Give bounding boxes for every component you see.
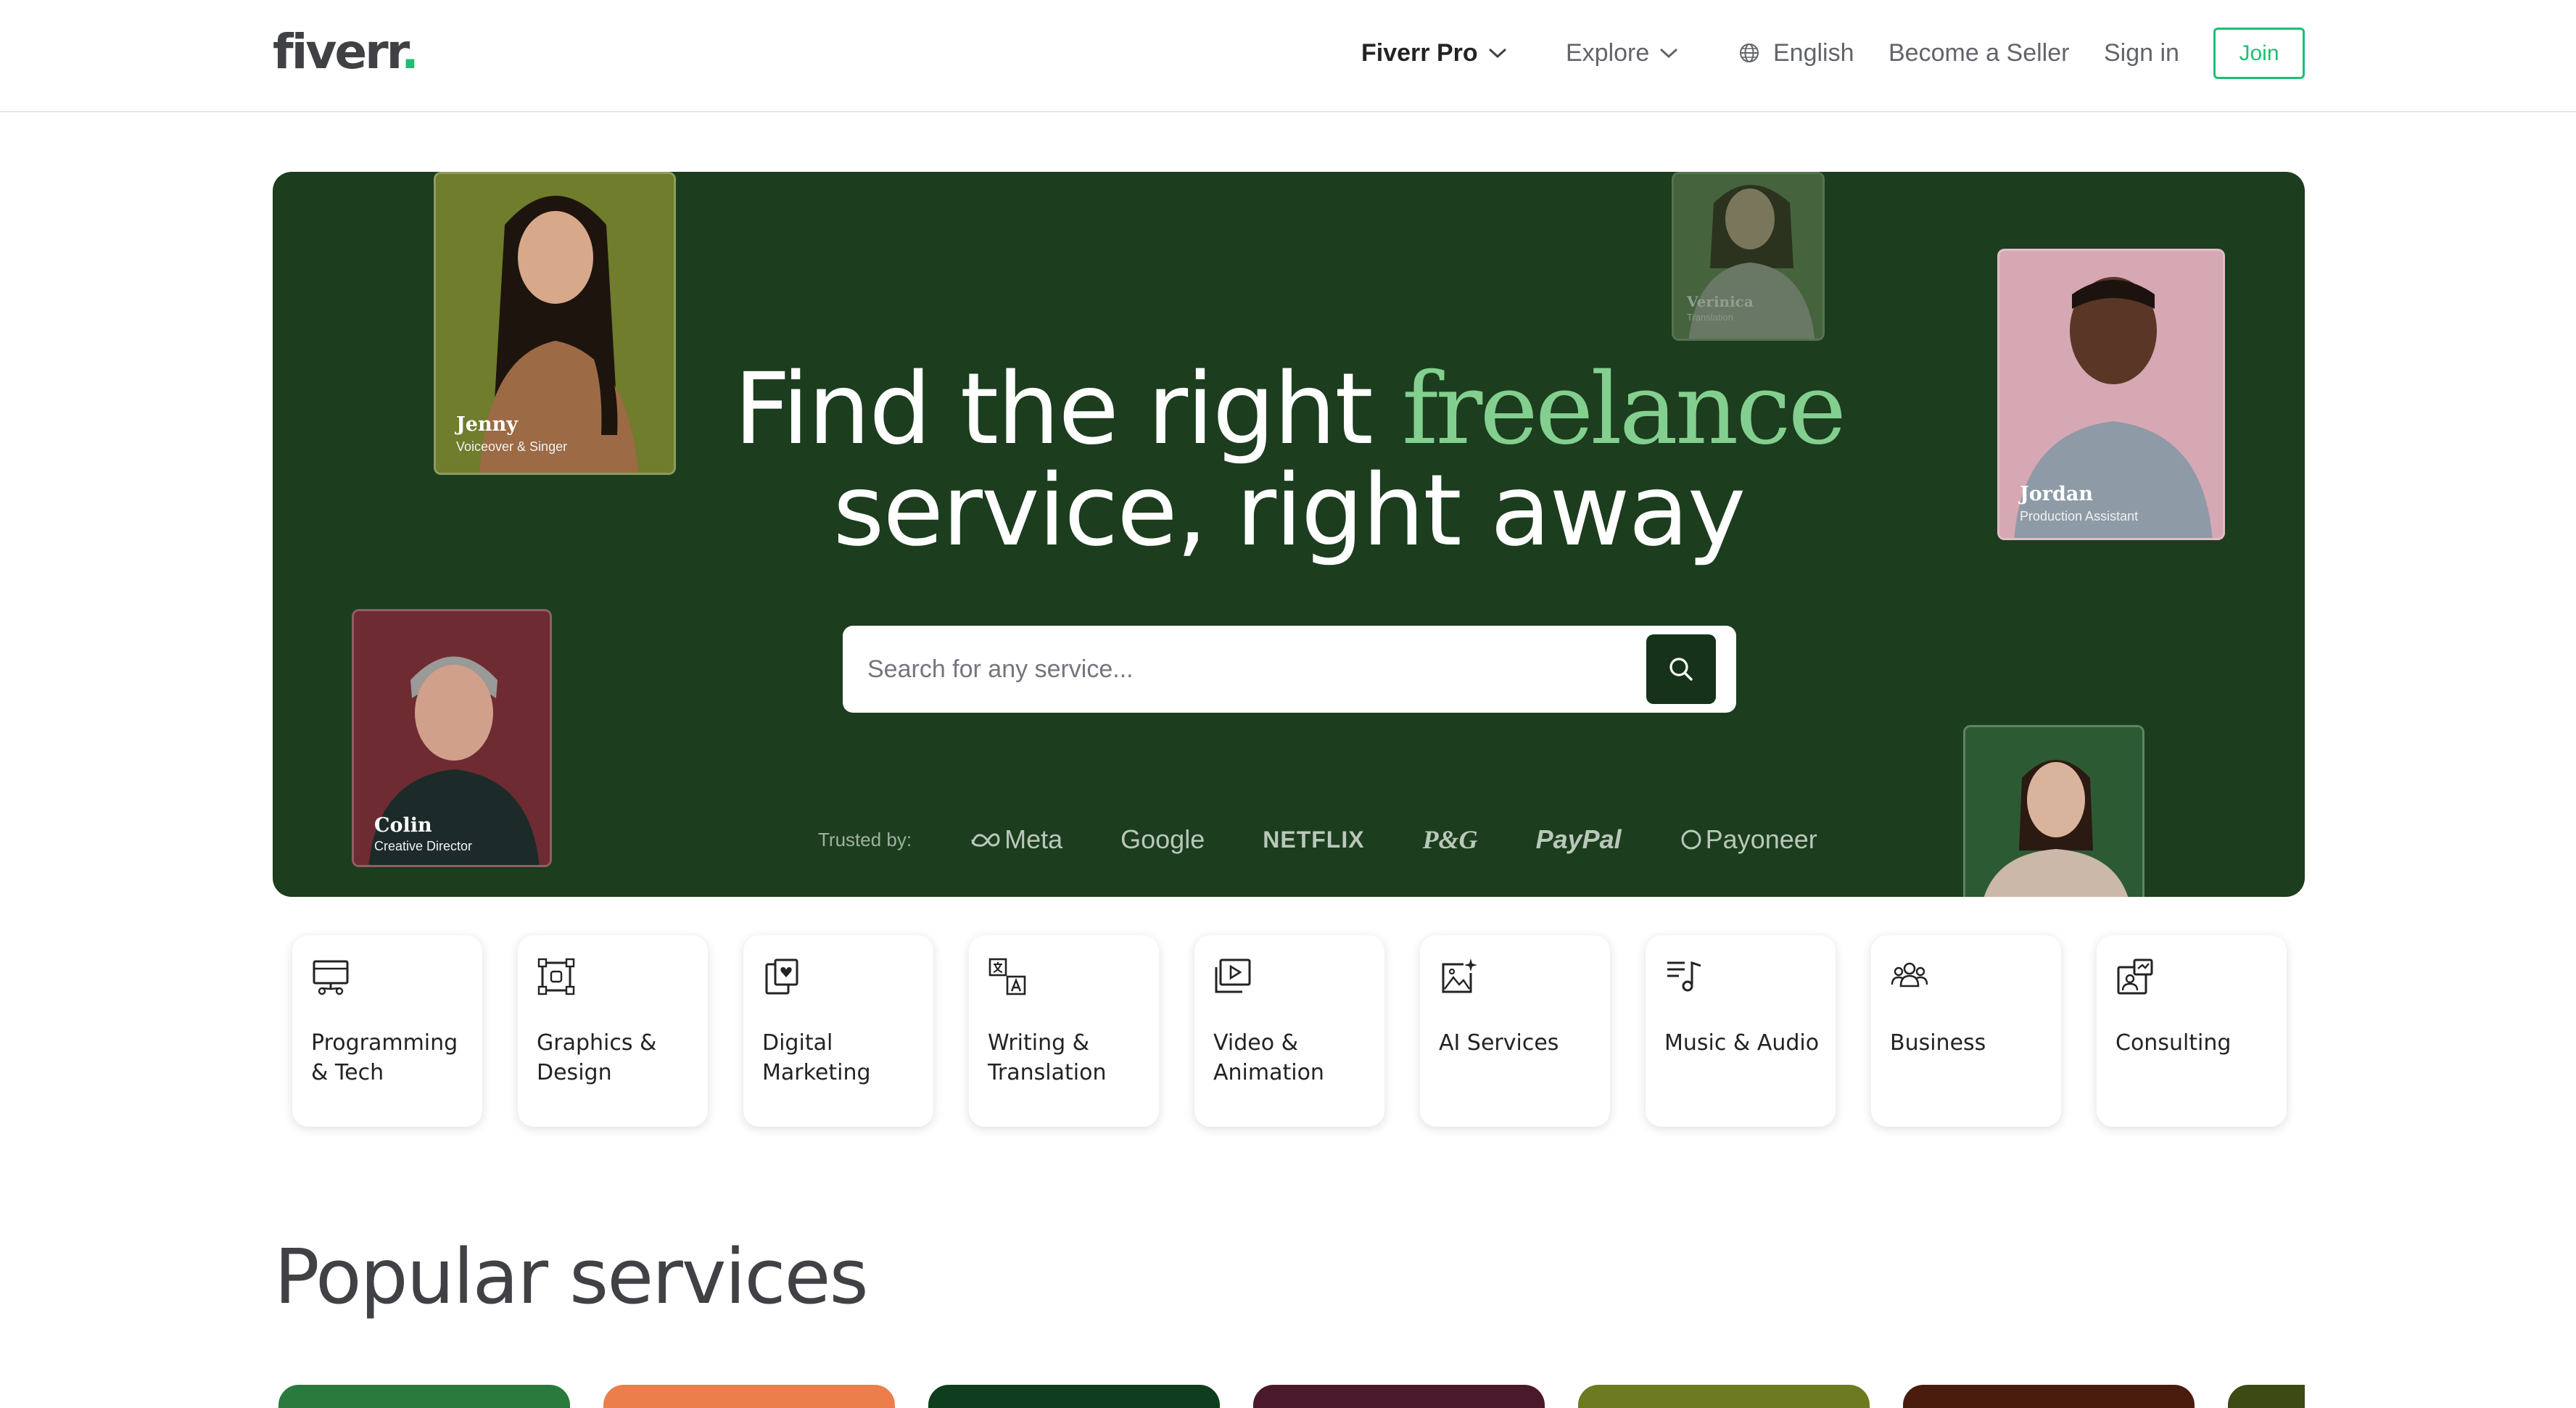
hero-title-line2: service, right away <box>833 454 1746 568</box>
category-label: Graphics & Design <box>537 1030 657 1085</box>
freelancer-name: Colin <box>374 814 432 837</box>
join-button[interactable]: Join <box>2213 28 2305 79</box>
popular-service-card[interactable] <box>1253 1385 1545 1408</box>
trusted-by-row: Trusted by: Meta Google NETFLIX P&G PayP… <box>818 814 1875 865</box>
chevron-down-icon <box>1488 48 1506 59</box>
nav-sign-in-link[interactable]: Sign in <box>2104 32 2179 74</box>
brand-meta-logo: Meta <box>970 824 1062 855</box>
top-navigation-bar: fiverr. Fiverr Pro Explore English Becom… <box>0 0 2576 112</box>
category-label: Video & Animation <box>1213 1030 1324 1085</box>
brand-paypal-logo: PayPal <box>1535 824 1622 854</box>
ai-image-icon <box>1442 958 1477 993</box>
category-card-writing-translation[interactable]: Writing & Translation <box>969 935 1159 1127</box>
freelancer-role: Translation <box>1687 312 1733 323</box>
hero-headline: Find the right freelance service, right … <box>273 359 2305 562</box>
translation-icon <box>988 958 1026 995</box>
globe-icon <box>1740 44 1759 62</box>
music-note-icon <box>1667 961 1701 992</box>
meta-infinity-icon <box>971 833 1000 847</box>
search-input[interactable] <box>843 626 1640 713</box>
category-card-graphics-design[interactable]: Graphics & Design <box>518 935 708 1127</box>
popular-service-card[interactable] <box>2228 1385 2305 1408</box>
category-label: Digital Marketing <box>762 1030 871 1085</box>
design-frame-icon <box>537 958 575 995</box>
category-card-video-animation[interactable]: Video & Animation <box>1194 935 1384 1127</box>
popular-services-heading: Popular services <box>274 1233 869 1321</box>
brand-netflix-logo: NETFLIX <box>1263 826 1365 853</box>
fiverr-logo[interactable]: fiverr. <box>273 22 419 83</box>
category-card-ai-services[interactable]: AI Services <box>1420 935 1610 1127</box>
popular-service-card[interactable] <box>278 1385 570 1408</box>
category-card-music-audio[interactable]: Music & Audio <box>1646 935 1836 1127</box>
category-card-digital-marketing[interactable]: Digital Marketing <box>743 935 933 1127</box>
popular-service-card[interactable] <box>603 1385 895 1408</box>
hero-search-bar <box>843 626 1736 713</box>
search-icon <box>1669 658 1693 681</box>
chevron-down-icon <box>1660 48 1678 59</box>
nav-fiverr-pro-label: Fiverr Pro <box>1361 38 1478 67</box>
video-play-icon <box>1215 958 1251 993</box>
search-button[interactable] <box>1646 634 1716 704</box>
popular-service-card[interactable] <box>1578 1385 1870 1408</box>
join-button-label: Join <box>2239 41 2279 65</box>
freelancer-card-colin: Colin Creative Director <box>352 609 552 867</box>
category-label: Consulting <box>2115 1030 2232 1056</box>
brand-payoneer-logo: Payoneer <box>1680 824 1817 855</box>
marketing-heart-icon <box>765 958 798 995</box>
brand-pg-logo: P&G <box>1422 825 1478 854</box>
brand-google-logo: Google <box>1120 824 1205 854</box>
category-card-consulting[interactable]: Consulting <box>2097 935 2287 1127</box>
nav-language-label: English <box>1773 38 1854 67</box>
category-label: Writing & Translation <box>988 1030 1107 1085</box>
monitor-code-icon <box>313 960 349 995</box>
nav-language-selector[interactable]: English <box>1738 32 1854 74</box>
nav-sign-in-label: Sign in <box>2104 38 2179 67</box>
freelancer-card-partial <box>1963 725 2144 897</box>
consulting-chart-icon <box>2117 958 2153 995</box>
freelancer-role: Creative Director <box>374 839 473 853</box>
category-label: Programming & Tech <box>311 1030 458 1085</box>
category-label: AI Services <box>1439 1030 1559 1056</box>
people-icon <box>1891 962 1928 987</box>
category-card-programming-tech[interactable]: Programming & Tech <box>292 935 482 1127</box>
nav-become-seller-link[interactable]: Become a Seller <box>1888 32 2069 74</box>
hero-banner: Jenny Voiceover & Singer Colin Creative … <box>273 172 2305 897</box>
nav-explore-label: Explore <box>1566 38 1650 67</box>
nav-fiverr-pro-dropdown[interactable]: Fiverr Pro <box>1361 32 1507 74</box>
category-card-business[interactable]: Business <box>1871 935 2061 1127</box>
trusted-by-label: Trusted by: <box>818 828 912 850</box>
freelancer-name: Verinica <box>1687 293 1754 310</box>
popular-service-card[interactable] <box>928 1385 1220 1408</box>
freelancer-portrait <box>1965 727 2142 897</box>
hero-title-accent: freelance <box>1401 352 1846 467</box>
popular-service-card[interactable] <box>1903 1385 2195 1408</box>
payoneer-ring-icon <box>1681 829 1701 850</box>
freelancer-card-verinica: Verinica Translation <box>1672 172 1825 341</box>
nav-explore-dropdown[interactable]: Explore <box>1566 32 1678 74</box>
hero-title-part1: Find the right <box>733 352 1402 467</box>
category-label: Music & Audio <box>1664 1030 1820 1056</box>
nav-become-seller-label: Become a Seller <box>1888 38 2070 67</box>
category-label: Business <box>1890 1030 1986 1056</box>
